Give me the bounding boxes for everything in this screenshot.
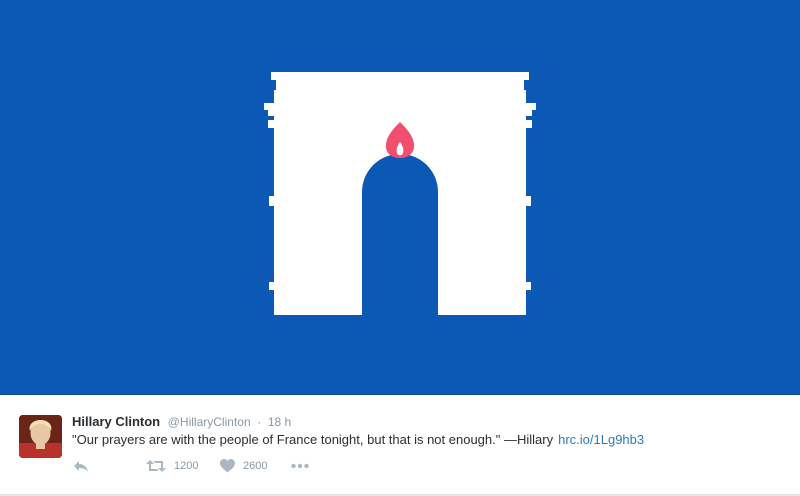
tweet-header: Hillary Clinton @HillaryClinton · 18 h: [72, 413, 291, 431]
reply-button[interactable]: [73, 456, 89, 476]
heart-icon: [220, 459, 235, 473]
retweet-count: 1200: [174, 460, 199, 472]
avatar[interactable]: [19, 415, 62, 458]
tweet-media[interactable]: [0, 0, 800, 395]
tweet-timestamp[interactable]: 18 h: [268, 415, 291, 429]
more-dots-icon: [291, 463, 309, 469]
tweet-text-content: "Our prayers are with the people of Fran…: [72, 432, 554, 447]
tweet-body: Hillary Clinton @HillaryClinton · 18 h "…: [0, 395, 800, 496]
tweet-card: Hillary Clinton @HillaryClinton · 18 h "…: [0, 0, 800, 496]
header-separator: ·: [257, 415, 262, 429]
author-name[interactable]: Hillary Clinton: [72, 414, 160, 429]
tweet-text: "Our prayers are with the people of Fran…: [72, 431, 644, 449]
retweet-icon: [146, 460, 166, 472]
more-button[interactable]: [291, 456, 309, 476]
author-handle[interactable]: @HillaryClinton: [168, 415, 251, 429]
avatar-portrait-icon: [19, 415, 62, 458]
tweet-link[interactable]: hrc.io/1Lg9hb3: [558, 432, 644, 447]
like-button[interactable]: 2600: [220, 456, 267, 476]
arc-de-triomphe-candle-icon: [264, 72, 536, 315]
retweet-button[interactable]: 1200: [146, 456, 198, 476]
like-count: 2600: [243, 460, 268, 472]
reply-icon: [74, 461, 88, 472]
tweet-actions: 1200 2600: [72, 456, 372, 476]
